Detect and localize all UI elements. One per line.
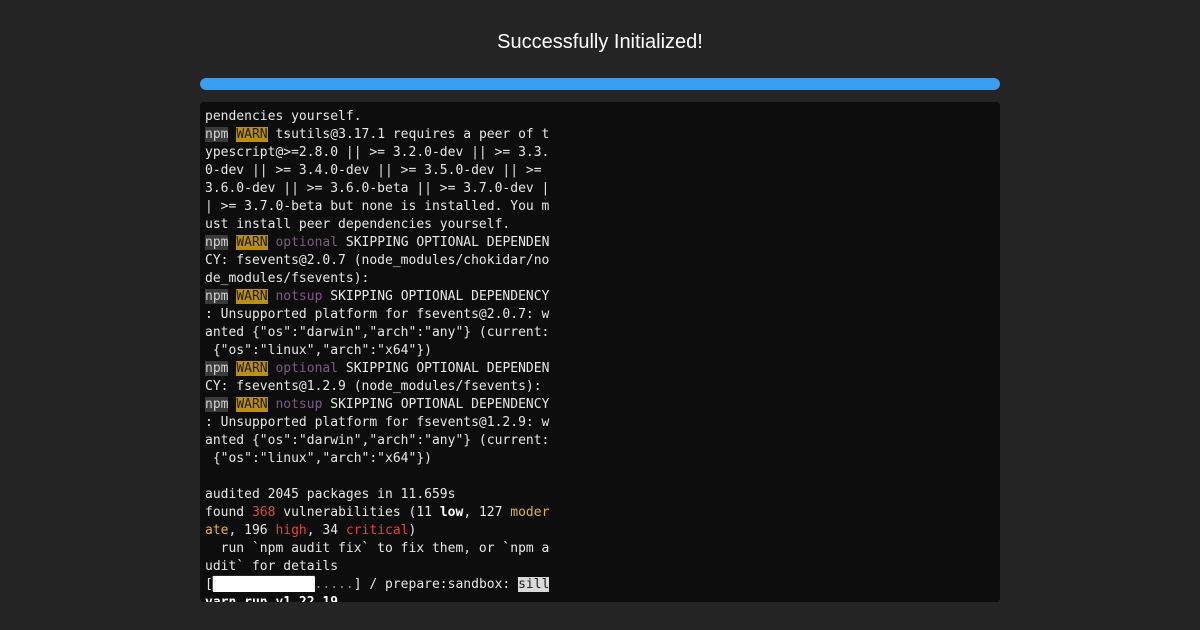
terminal-line: npm WARN notsup SKIPPING OPTIONAL DEPEND… bbox=[205, 396, 549, 414]
terminal-text: CY: fsevents@1.2.9 (node_modules/fsevent… bbox=[205, 379, 542, 394]
severity-moderate: moder bbox=[510, 505, 550, 520]
terminal-text: found bbox=[205, 505, 252, 520]
terminal-line: 0-dev || >= 3.4.0-dev || >= 3.5.0-dev ||… bbox=[205, 162, 549, 180]
terminal-line: ate, 196 high, 34 critical) bbox=[205, 522, 549, 540]
terminal-text: {"os":"linux","arch":"x64"}) bbox=[205, 451, 432, 466]
warn-badge: WARN bbox=[236, 397, 268, 412]
terminal-line: : Unsupported platform for fsevents@2.0.… bbox=[205, 306, 549, 324]
terminal-text: SKIPPING OPTIONAL DEPENDEN bbox=[338, 361, 550, 376]
severity-highlight: high bbox=[275, 523, 307, 538]
npm-tag: npm bbox=[205, 127, 229, 142]
terminal-text: pendencies yourself. bbox=[205, 109, 362, 124]
warn-type-label: optional bbox=[275, 235, 339, 250]
severity-highlight: critical bbox=[345, 523, 409, 538]
terminal-line: yarn run v1.22.19 bbox=[205, 594, 549, 602]
terminal-line: de_modules/fsevents): bbox=[205, 270, 549, 288]
terminal-line: npm WARN tsutils@3.17.1 requires a peer … bbox=[205, 126, 549, 144]
npm-tag: npm bbox=[205, 397, 229, 412]
terminal-line: anted {"os":"darwin","arch":"any"} (curr… bbox=[205, 432, 549, 450]
terminal-line: npm WARN optional SKIPPING OPTIONAL DEPE… bbox=[205, 360, 549, 378]
terminal-text: ] / prepare:sandbox: bbox=[353, 577, 519, 592]
terminal-line: | >= 3.7.0-beta but none is installed. Y… bbox=[205, 198, 549, 216]
terminal-text: {"os":"linux","arch":"x64"}) bbox=[205, 343, 432, 358]
terminal-line: found 368 vulnerabilities (11 low, 127 m… bbox=[205, 504, 549, 522]
emphasis-text: yarn run v1.22.19 bbox=[205, 595, 338, 602]
terminal-line: run `npm audit fix` to fix them, or `npm… bbox=[205, 540, 550, 558]
terminal-text: 3.6.0-dev || >= 3.6.0-beta || >= 3.7.0-d… bbox=[205, 181, 550, 196]
terminal-line: CY: fsevents@1.2.9 (node_modules/fsevent… bbox=[205, 378, 549, 396]
terminal-text: , 196 bbox=[228, 523, 276, 538]
npm-tag: npm bbox=[205, 361, 229, 376]
terminal-text: SKIPPING OPTIONAL DEPENDENCY bbox=[322, 289, 550, 304]
terminal-output[interactable]: pendencies yourself. npm WARN tsutils@3.1… bbox=[200, 102, 1000, 602]
progress-bar-fill bbox=[200, 78, 1000, 90]
terminal-line: 3.6.0-dev || >= 3.6.0-beta || >= 3.7.0-d… bbox=[205, 180, 549, 198]
warn-type-label: notsup bbox=[275, 289, 323, 304]
severity-highlight: 368 bbox=[251, 505, 276, 520]
terminal-text: anted {"os":"darwin","arch":"any"} (curr… bbox=[205, 433, 550, 448]
terminal-text: [ bbox=[205, 577, 213, 592]
terminal-line: : Unsupported platform for fsevents@1.2.… bbox=[205, 414, 549, 432]
terminal-text: de_modules/fsevents): bbox=[205, 271, 370, 286]
terminal-line: pendencies yourself. bbox=[205, 108, 549, 126]
terminal-text: 0-dev || >= 3.4.0-dev || >= 3.5.0-dev ||… bbox=[205, 163, 542, 178]
warn-badge: WARN bbox=[236, 235, 268, 250]
progress-bar bbox=[200, 78, 1000, 90]
terminal-text: tsutils@3.17.1 requires a peer of t bbox=[267, 127, 550, 142]
page-title: Successfully Initialized! bbox=[497, 31, 703, 53]
terminal-line: anted {"os":"darwin","arch":"any"} (curr… bbox=[205, 324, 549, 342]
terminal-line: ust install peer dependencies yourself. bbox=[205, 216, 549, 234]
terminal-line: audited 2045 packages in 11.659s bbox=[205, 486, 549, 504]
terminal-text: anted {"os":"darwin","arch":"any"} (curr… bbox=[205, 325, 550, 340]
terminal-line: npm WARN notsup SKIPPING OPTIONAL DEPEND… bbox=[205, 288, 549, 306]
progress-dots: ..... bbox=[314, 577, 354, 592]
terminal-text: ) bbox=[408, 523, 417, 538]
terminal-text: vulnerabilities (11 bbox=[275, 505, 440, 520]
terminal-text: | >= 3.7.0-beta but none is installed. Y… bbox=[205, 199, 550, 214]
warn-badge: WARN bbox=[236, 127, 268, 142]
progress-blocks: █████████████ bbox=[212, 577, 315, 592]
terminal-text: CY: fsevents@2.0.7 (node_modules/chokida… bbox=[205, 253, 550, 268]
terminal-line bbox=[205, 468, 549, 486]
npm-tag: npm bbox=[205, 289, 229, 304]
terminal-line: [█████████████.....] / prepare:sandbox: … bbox=[205, 576, 550, 594]
terminal-text: SKIPPING OPTIONAL DEPENDEN bbox=[338, 235, 550, 250]
terminal-text: audited 2045 packages in 11.659s bbox=[205, 487, 456, 502]
terminal-text: run `npm audit fix` to fix them, or `npm… bbox=[205, 541, 550, 556]
severity-moderate: ate bbox=[205, 523, 229, 538]
warn-type-label: notsup bbox=[275, 397, 323, 412]
terminal-line: CY: fsevents@2.0.7 (node_modules/chokida… bbox=[205, 252, 549, 270]
terminal-line: {"os":"linux","arch":"x64"}) bbox=[205, 342, 549, 360]
loglevel-badge: sill bbox=[518, 577, 550, 592]
terminal-line: npm WARN optional SKIPPING OPTIONAL DEPE… bbox=[205, 234, 549, 252]
terminal-text: udit` for details bbox=[205, 559, 339, 574]
terminal-text: : Unsupported platform for fsevents@1.2.… bbox=[205, 415, 550, 430]
terminal-text: SKIPPING OPTIONAL DEPENDENCY bbox=[322, 397, 550, 412]
terminal-line: ypescript@>=2.8.0 || >= 3.2.0-dev || >= … bbox=[205, 144, 549, 162]
terminal-line: {"os":"linux","arch":"x64"}) bbox=[205, 450, 549, 468]
terminal-text: : Unsupported platform for fsevents@2.0.… bbox=[205, 307, 550, 322]
warn-badge: WARN bbox=[236, 289, 268, 304]
terminal-text: ust install peer dependencies yourself. bbox=[205, 217, 511, 232]
warn-badge: WARN bbox=[236, 361, 268, 376]
terminal-text: ypescript@>=2.8.0 || >= 3.2.0-dev || >= … bbox=[205, 145, 550, 160]
terminal-text: , 34 bbox=[306, 523, 346, 538]
warn-type-label: optional bbox=[275, 361, 339, 376]
npm-tag: npm bbox=[205, 235, 229, 250]
terminal-log: pendencies yourself. npm WARN tsutils@3.1… bbox=[205, 108, 549, 602]
emphasis-text: low bbox=[439, 505, 464, 520]
terminal-line: udit` for details bbox=[205, 558, 549, 576]
terminal-text: , 127 bbox=[463, 505, 511, 520]
